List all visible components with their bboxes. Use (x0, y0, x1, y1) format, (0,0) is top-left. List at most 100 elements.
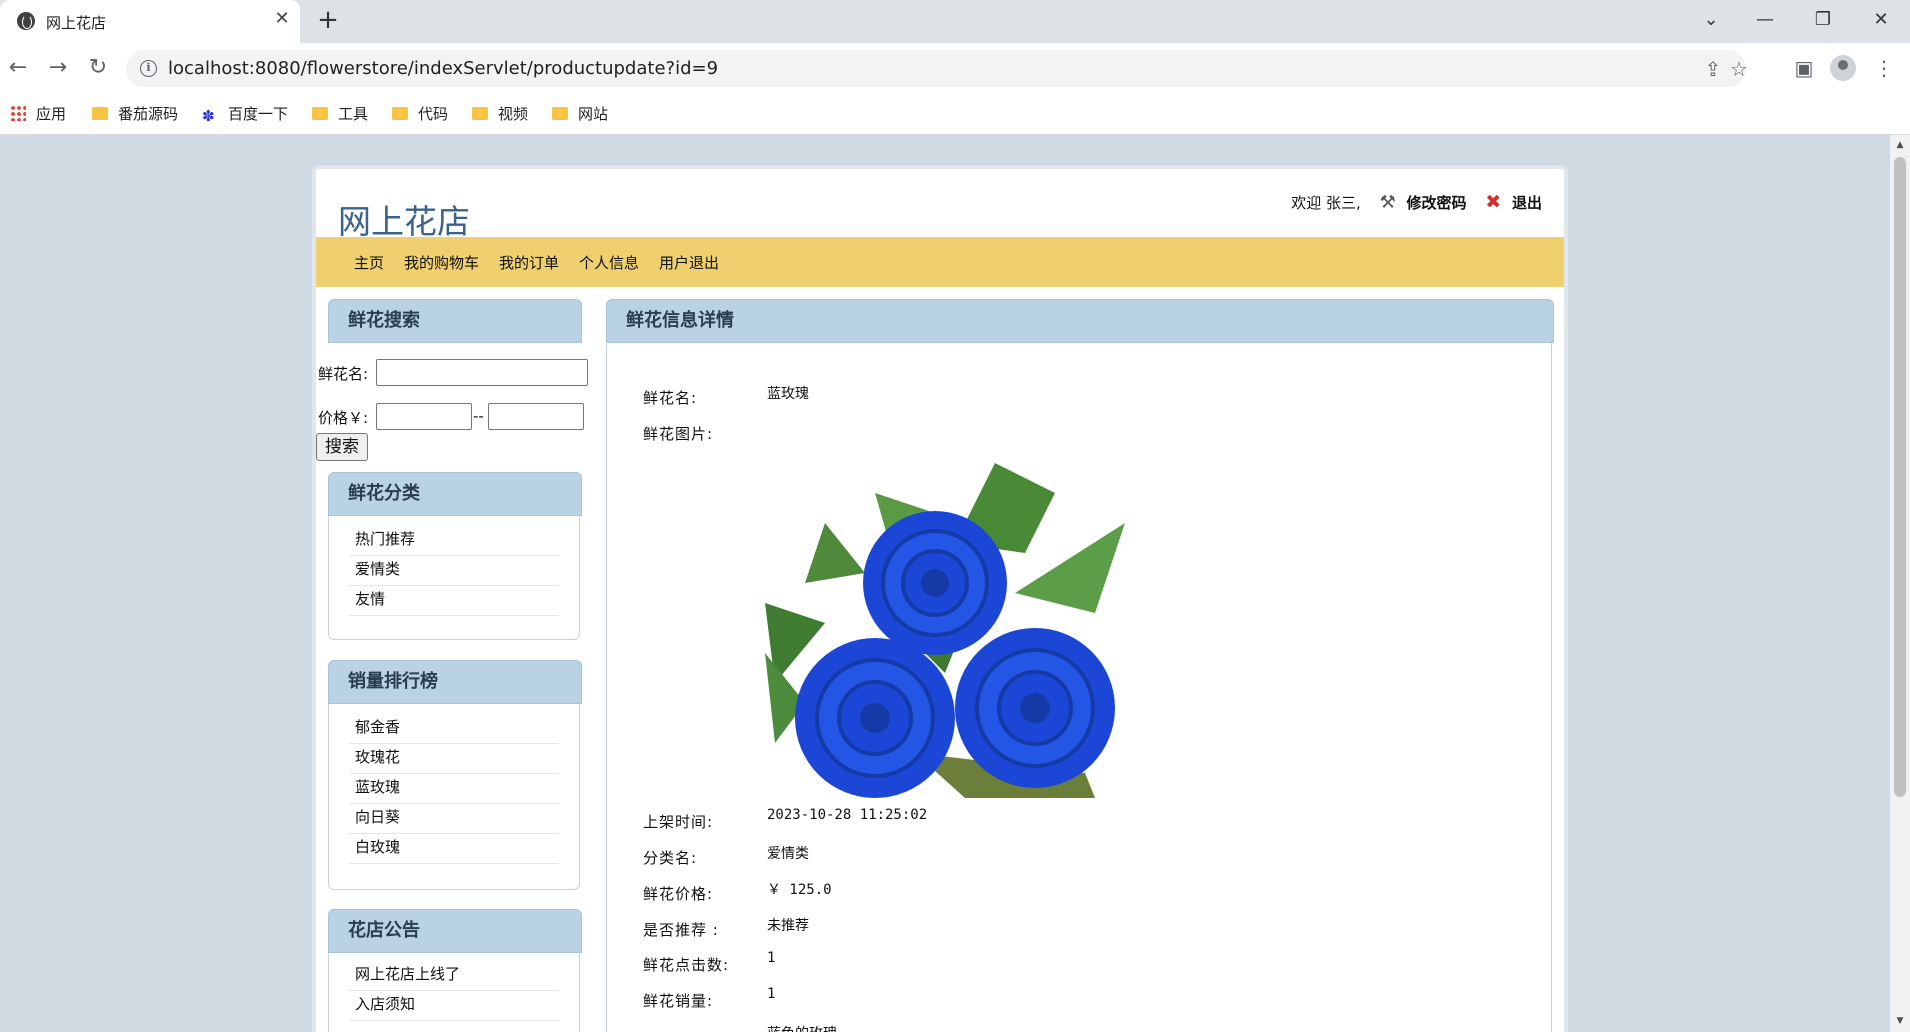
profile-avatar-icon[interactable] (1830, 55, 1856, 81)
field-value: ￥ 125.0 (767, 882, 832, 898)
site-info-icon[interactable]: i (140, 60, 157, 77)
apps-grid-icon (10, 105, 26, 121)
ranking-list: 郁金香 玫瑰花 蓝玫瑰 向日葵 白玫瑰 (328, 704, 580, 890)
folder-icon (472, 107, 488, 120)
field-value: 1 (767, 986, 776, 1002)
price-max-input[interactable] (488, 403, 584, 430)
tab-strip: 网上花店 ✕ + ⌄ — ❐ ✕ (0, 0, 1910, 43)
field-value: 2023-10-28 11:25:02 (767, 807, 928, 823)
folder-icon (312, 107, 328, 120)
scroll-down-arrow-icon[interactable]: ▼ (1894, 1015, 1906, 1027)
restore-button[interactable]: ❐ (1808, 6, 1838, 34)
bookmark-folder[interactable]: 网站 (552, 104, 608, 124)
blue-rose-image (765, 463, 1125, 798)
logout-link[interactable]: 退出 (1512, 192, 1542, 213)
ranking-item[interactable]: 白玫瑰 (349, 834, 559, 864)
category-item[interactable]: 爱情类 (349, 556, 559, 586)
field-value: 蓝玫瑰 (767, 386, 809, 402)
tools-icon: ⚒ (1379, 191, 1396, 213)
field-label: 鲜花销量: (643, 992, 714, 1010)
tab-search-icon[interactable]: ⌄ (1696, 6, 1726, 34)
bookmark-baidu[interactable]: ✽ 百度一下 (202, 104, 288, 124)
category-item[interactable]: 热门推荐 (349, 526, 559, 556)
scroll-thumb[interactable] (1894, 157, 1906, 797)
leaf (805, 523, 865, 583)
share-icon[interactable]: ⇪ (1700, 56, 1726, 82)
price-label: 价格￥: (318, 409, 369, 427)
bookmark-folder[interactable]: 番茄源码 (92, 104, 178, 124)
search-button[interactable]: 搜索 (316, 433, 368, 461)
ranking-item[interactable]: 向日葵 (349, 804, 559, 834)
field-value: 爱情类 (767, 846, 809, 862)
notice-item[interactable]: 网上花店上线了 (349, 961, 559, 991)
new-tab-button[interactable]: + (316, 7, 340, 33)
url-text[interactable]: localhost:8080/flowerstore/indexServlet/… (168, 58, 718, 79)
field-label: 分类名: (643, 849, 698, 867)
tab-title: 网上花店 (46, 14, 107, 32)
folder-icon (552, 107, 568, 120)
main-menu: 主页 我的购物车 我的订单 个人信息 用户退出 (316, 237, 1564, 287)
menu-dots-icon[interactable]: ⋮ (1870, 54, 1898, 82)
menu-orders[interactable]: 我的订单 (499, 252, 559, 273)
user-links: 欢迎 张三, ⚒ 修改密码 ✖ 退出 (1291, 191, 1542, 213)
rose-left (795, 638, 955, 798)
address-bar[interactable]: i localhost:8080/flowerstore/indexServle… (126, 50, 1748, 87)
close-window-button[interactable]: ✕ (1866, 6, 1896, 34)
category-panel-header: 鲜花分类 (328, 472, 582, 516)
field-label: 鲜花点击数: (643, 956, 730, 974)
detail-panel: 鲜花名: 蓝玫瑰 鲜花图片: 上架时间: 2023-10-28 11:25:02… (606, 343, 1552, 1032)
field-label: 鲜花价格: (643, 885, 714, 903)
flower-name-input[interactable] (376, 359, 588, 386)
site-container: 网上花店 欢迎 张三, ⚒ 修改密码 ✖ 退出 主页 我的购物车 我的订单 个人… (312, 165, 1568, 1032)
close-x-icon: ✖ (1485, 191, 1502, 213)
forward-button[interactable]: → (44, 54, 72, 82)
price-min-input[interactable] (376, 403, 472, 430)
field-label: 是否推荐 : (643, 921, 719, 939)
price-separator: -- (473, 407, 484, 425)
page-viewport: 网上花店 欢迎 张三, ⚒ 修改密码 ✖ 退出 主页 我的购物车 我的订单 个人… (0, 135, 1890, 1032)
baidu-paw-icon: ✽ (202, 107, 215, 125)
site-title: 网上花店 (338, 202, 470, 241)
search-panel-header: 鲜花搜索 (328, 299, 582, 343)
menu-profile[interactable]: 个人信息 (579, 252, 639, 273)
side-panel-icon[interactable]: ▣ (1790, 54, 1818, 82)
rose-right (955, 628, 1115, 788)
field-value: 1 (767, 950, 776, 966)
menu-cart[interactable]: 我的购物车 (404, 252, 479, 273)
notice-panel-header: 花店公告 (328, 909, 582, 953)
globe-icon (17, 12, 35, 30)
bookmark-folder[interactable]: 代码 (392, 104, 448, 124)
notice-list: 网上花店上线了 入店须知 (328, 953, 580, 1032)
change-password-link[interactable]: 修改密码 (1406, 192, 1466, 213)
folder-icon (392, 107, 408, 120)
rose-top (863, 511, 1007, 655)
field-label: 鲜花图片: (643, 425, 714, 443)
menu-logout[interactable]: 用户退出 (659, 252, 719, 273)
category-list: 热门推荐 爱情类 友情 (328, 516, 580, 640)
page-scrollbar[interactable]: ▲ ▼ (1890, 135, 1910, 1032)
bookmark-apps[interactable]: 应用 (10, 104, 66, 124)
menu-home[interactable]: 主页 (354, 252, 384, 273)
welcome-text: 欢迎 张三, (1291, 193, 1361, 212)
back-button[interactable]: ← (4, 54, 32, 82)
scroll-up-arrow-icon[interactable]: ▲ (1894, 139, 1906, 151)
bookmark-star-icon[interactable]: ☆ (1726, 56, 1752, 82)
field-value: 蓝色的玫瑰 (767, 1023, 837, 1032)
field-label: 鲜花名: (643, 389, 698, 407)
browser-tab[interactable]: 网上花店 ✕ (0, 0, 300, 43)
ranking-item[interactable]: 郁金香 (349, 714, 559, 744)
notice-item[interactable]: 入店须知 (349, 991, 559, 1021)
ranking-panel-header: 销量排行榜 (328, 660, 582, 704)
bookmark-folder[interactable]: 视频 (472, 104, 528, 124)
close-tab-icon[interactable]: ✕ (272, 9, 292, 29)
ranking-item[interactable]: 玫瑰花 (349, 744, 559, 774)
detail-panel-header: 鲜花信息详情 (606, 299, 1554, 343)
browser-toolbar: ← → ↻ i localhost:8080/flowerstore/index… (0, 43, 1910, 93)
field-label: 上架时间: (643, 813, 714, 831)
bookmark-folder[interactable]: 工具 (312, 104, 368, 124)
category-item[interactable]: 友情 (349, 586, 559, 616)
reload-button[interactable]: ↻ (84, 54, 112, 82)
folder-icon (92, 107, 108, 120)
ranking-item[interactable]: 蓝玫瑰 (349, 774, 559, 804)
minimize-button[interactable]: — (1750, 6, 1780, 34)
